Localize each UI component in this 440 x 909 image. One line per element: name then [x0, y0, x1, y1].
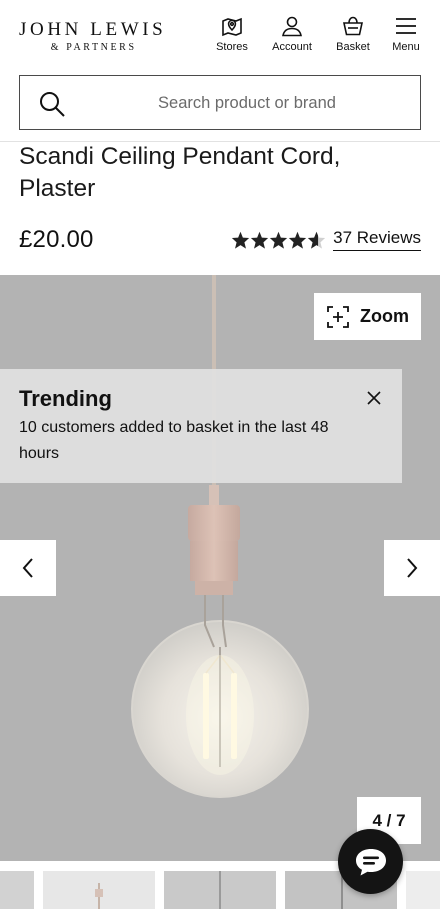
trending-banner: Trending 10 customers added to basket in… [0, 369, 402, 483]
chevron-left-icon [22, 558, 33, 578]
star-icon [251, 231, 269, 249]
thumbnail-image[interactable] [406, 871, 440, 909]
zoom-button[interactable]: Zoom [314, 293, 421, 340]
thumbnail-image[interactable] [43, 871, 155, 909]
nav-basket-label: Basket [336, 41, 370, 53]
nav-basket-button[interactable]: Basket [328, 14, 378, 62]
nav-stores-button[interactable]: Stores [207, 14, 257, 62]
basket-icon [343, 16, 363, 36]
trending-title: Trending [19, 386, 112, 411]
star-half-icon [308, 231, 326, 249]
search-input[interactable] [92, 88, 402, 118]
store-map-icon [222, 17, 242, 37]
close-icon[interactable] [363, 387, 385, 409]
next-image-button[interactable] [384, 540, 440, 596]
nav-menu-label: Menu [392, 41, 420, 53]
product-rating: 37 Reviews [231, 228, 421, 251]
menu-icon [396, 18, 416, 34]
previous-image-button[interactable] [0, 540, 56, 596]
star-icon [289, 231, 307, 249]
nav-account-label: Account [272, 41, 312, 53]
chevron-right-icon [407, 558, 418, 578]
reviews-link[interactable]: 37 Reviews [333, 228, 421, 251]
account-icon [282, 16, 302, 37]
product-title: Scandi Ceiling Pendant Cord, Plaster [19, 143, 341, 202]
nav-account-button[interactable]: Account [267, 14, 317, 62]
search-bar[interactable] [19, 75, 421, 130]
john-lewis-logo[interactable]: JOHN LEWIS & PARTNERS [19, 19, 167, 54]
thumbnail-image[interactable] [0, 871, 34, 909]
product-price: £20.00 [19, 226, 94, 253]
trending-text: 10 customers added to basket in the last… [19, 419, 329, 462]
thumbnail-cord-graphic [219, 871, 221, 909]
zoom-expand-icon [327, 305, 349, 328]
star-icon [232, 231, 250, 249]
chat-bubble-icon [355, 848, 386, 875]
nav-menu-button[interactable]: Menu [381, 14, 431, 62]
zoom-label: Zoom [360, 306, 409, 326]
thumbnail-image[interactable] [164, 871, 276, 909]
logo-sub-text: & PARTNERS [50, 42, 137, 53]
chat-button[interactable] [338, 829, 403, 894]
rating-stars [231, 231, 326, 249]
thumbnail-pendant-graphic [95, 883, 103, 909]
search-icon[interactable] [38, 90, 66, 118]
nav-stores-label: Stores [216, 41, 248, 53]
pendant-bulb-image [131, 275, 309, 798]
header: JOHN LEWIS & PARTNERS Stores Account Bas… [0, 0, 440, 70]
product-image-gallery[interactable]: Zoom 4 / 7 [0, 275, 440, 861]
logo-main-text: JOHN LEWIS [19, 19, 167, 40]
star-icon [270, 231, 288, 249]
